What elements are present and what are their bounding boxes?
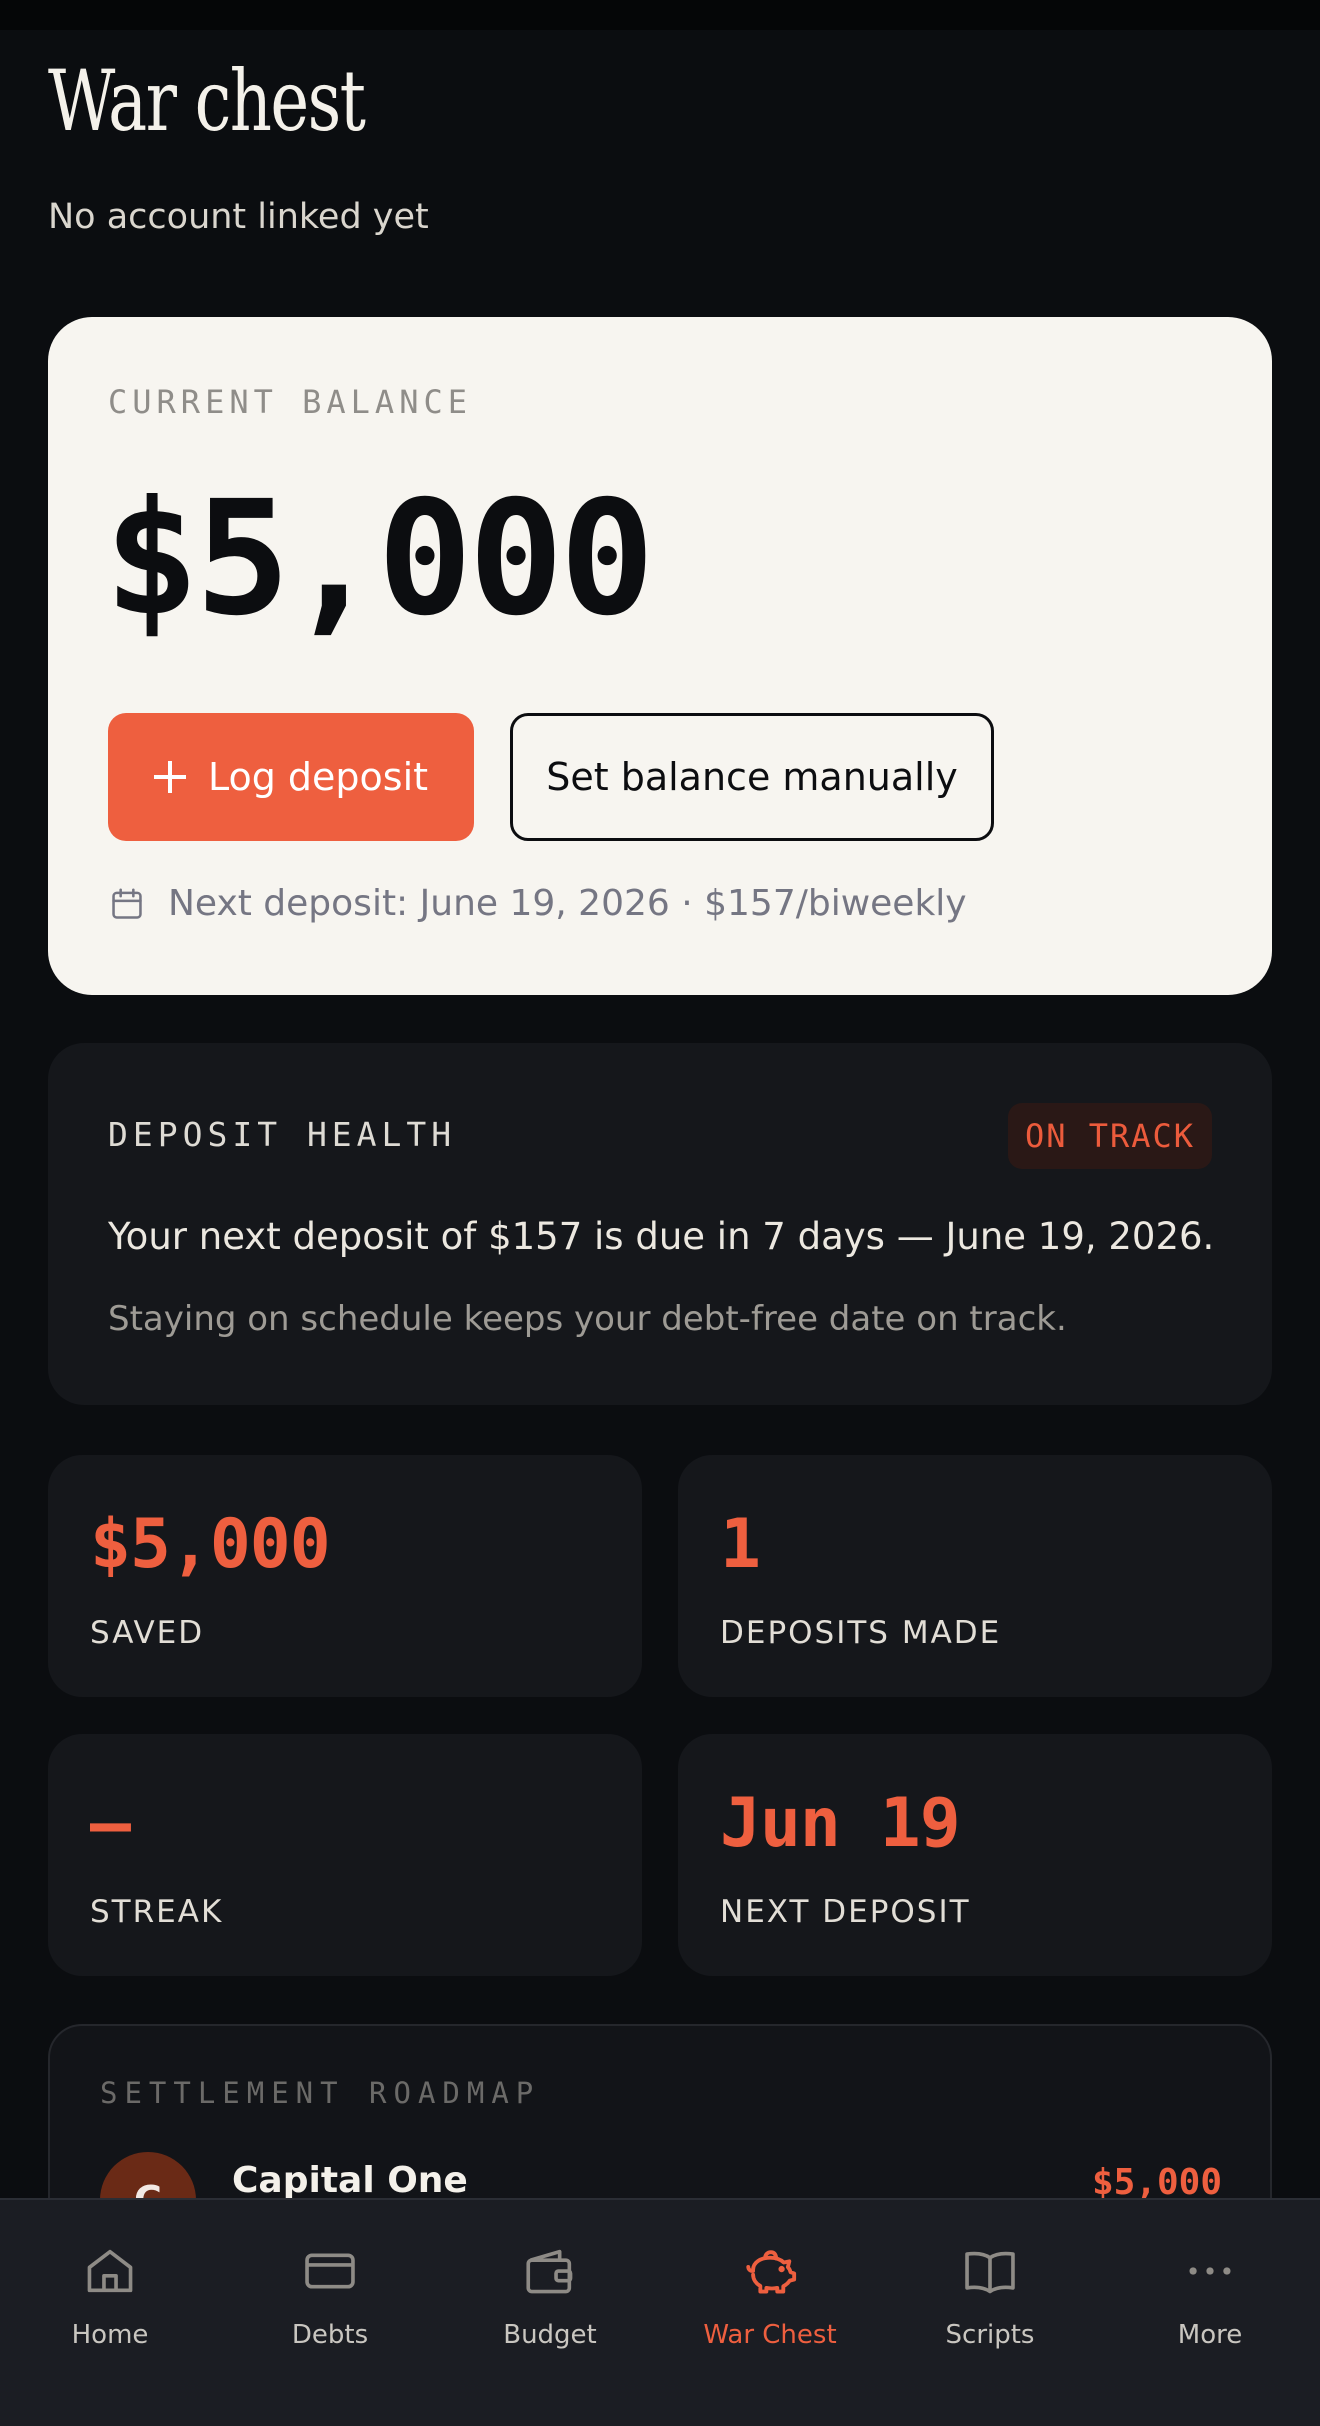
status-badge: ON TRACK — [1008, 1103, 1212, 1169]
status-bar — [0, 0, 1320, 30]
book-icon — [965, 2251, 1015, 2294]
stat-label: STREAK — [90, 1894, 224, 1930]
plus-icon — [153, 761, 186, 793]
stat-value: — — [90, 1784, 131, 1863]
nav-item-home[interactable]: Home — [0, 2242, 220, 2362]
page-title: War chest — [48, 52, 366, 150]
calendar-icon — [112, 887, 142, 919]
stat-next-deposit: Jun 19 NEXT DEPOSIT — [678, 1734, 1272, 1976]
deposit-health-message: Your next deposit of $157 is due in 7 da… — [108, 1215, 1215, 1258]
deposit-health-card: DEPOSIT HEALTH ON TRACK Your next deposi… — [48, 1043, 1272, 1405]
stat-value: $5,000 — [90, 1505, 331, 1584]
roadmap-item-name[interactable]: Capital One — [232, 2160, 468, 2201]
stat-label: SAVED — [90, 1615, 205, 1651]
piggy-bank-icon — [746, 2250, 797, 2294]
set-balance-manually-label: Set balance manually — [546, 755, 958, 799]
balance-label: CURRENT BALANCE — [108, 383, 472, 421]
wallet-icon — [526, 2249, 573, 2294]
next-deposit-text: Next deposit: June 19, 2026 · $157/biwee… — [168, 883, 967, 924]
stat-value: 1 — [720, 1505, 761, 1584]
stat-streak: — STREAK — [48, 1734, 642, 1976]
nav-item-budget[interactable]: Budget — [440, 2242, 660, 2362]
stat-label: DEPOSITS MADE — [720, 1615, 1002, 1651]
log-deposit-label: Log deposit — [207, 755, 429, 799]
nav-item-debts[interactable]: Debts — [220, 2242, 440, 2362]
deposit-health-submessage: Staying on schedule keeps your debt-free… — [108, 1299, 1067, 1339]
stat-value: Jun 19 — [720, 1784, 961, 1863]
nav-item-scripts[interactable]: Scripts — [880, 2242, 1100, 2362]
nav-item-war-chest[interactable]: War Chest — [660, 2242, 880, 2362]
more-icon — [1189, 2267, 1231, 2275]
card-icon — [305, 2253, 355, 2289]
nav-item-more[interactable]: More — [1100, 2242, 1320, 2362]
settlement-roadmap-label: SETTLEMENT ROADMAP — [100, 2076, 541, 2110]
home-icon — [87, 2249, 133, 2293]
stat-deposits-made: 1 DEPOSITS MADE — [678, 1455, 1272, 1697]
nav-label: Debts — [291, 2320, 369, 2350]
stat-saved: $5,000 SAVED — [48, 1455, 642, 1697]
next-deposit-info: Next deposit: June 19, 2026 · $157/biwee… — [108, 883, 967, 924]
log-deposit-button[interactable]: Log deposit — [108, 713, 474, 841]
account-status-text: No account linked yet — [48, 197, 429, 237]
nav-label: War Chest — [703, 2320, 837, 2350]
set-balance-manually-button[interactable]: Set balance manually — [510, 713, 994, 841]
nav-label: Home — [71, 2320, 149, 2350]
balance-card: CURRENT BALANCE $5,000 Log deposit Set b… — [48, 317, 1272, 995]
nav-label: Scripts — [945, 2320, 1035, 2350]
roadmap-item-amount: $5,000 — [1091, 2162, 1222, 2203]
nav-label: Budget — [503, 2320, 597, 2350]
bottom-nav: Home Debts Budget War Chest Scripts More — [0, 2198, 1320, 2426]
deposit-health-label: DEPOSIT HEALTH — [108, 1115, 457, 1154]
nav-label: More — [1177, 2320, 1243, 2350]
stat-label: NEXT DEPOSIT — [720, 1894, 971, 1930]
balance-amount: $5,000 — [104, 467, 655, 651]
